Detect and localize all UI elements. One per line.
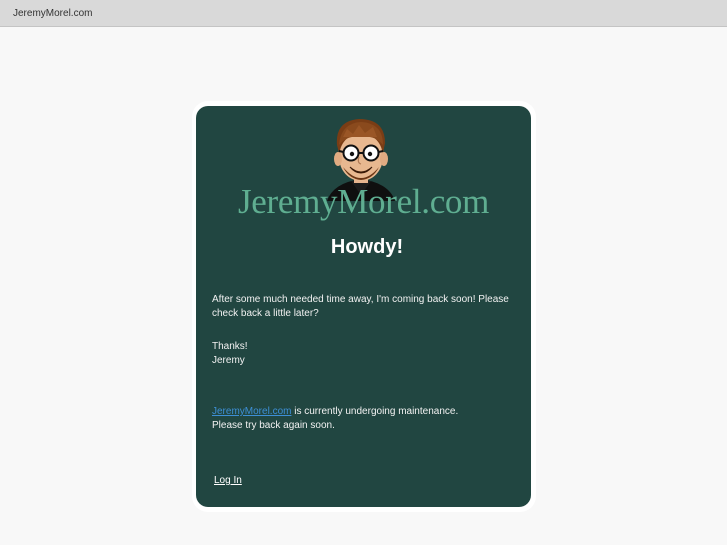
- site-home-link[interactable]: JeremyMorel.com: [212, 406, 291, 417]
- browser-title-bar: JeremyMorel.com: [0, 0, 727, 27]
- page-heading: Howdy!: [330, 236, 404, 258]
- signature-text: Jeremy: [212, 355, 245, 366]
- maintenance-message: After some much needed time away, I'm co…: [212, 293, 517, 321]
- maintenance-notice-text: is currently undergoing maintenance.: [291, 406, 459, 417]
- thanks-text: Thanks!: [212, 341, 248, 352]
- login-link[interactable]: Log In: [214, 475, 242, 486]
- maintenance-notice: JeremyMorel.com is currently undergoing …: [212, 405, 517, 433]
- window-title: JeremyMorel.com: [13, 8, 93, 19]
- message-line-1: After some much needed time away, I'm co…: [212, 294, 509, 305]
- site-logo-text: JeremyMorel.com: [237, 182, 490, 221]
- maintenance-notice-line-2: Please try back again soon.: [212, 420, 335, 431]
- signoff: Thanks! Jeremy: [212, 340, 517, 368]
- message-line-2: check back a little later?: [212, 308, 319, 319]
- maintenance-notice-line-1: JeremyMorel.com is currently undergoing …: [212, 405, 517, 419]
